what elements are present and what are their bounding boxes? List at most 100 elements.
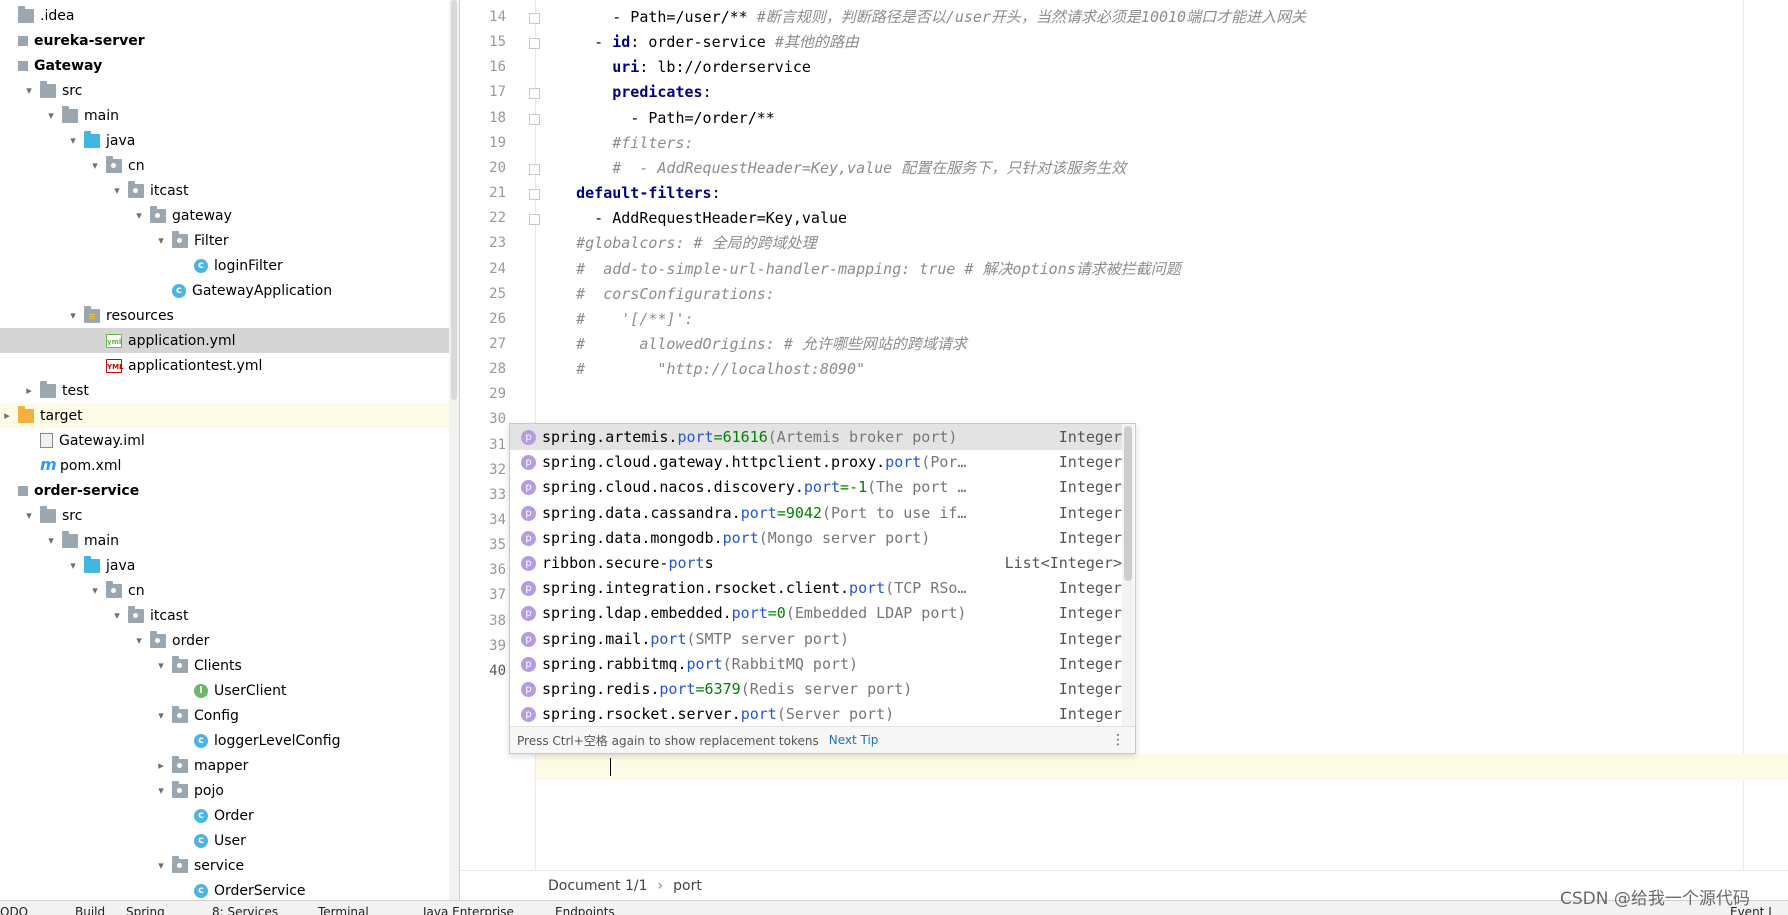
- expand-arrow-icon[interactable]: ▾: [44, 534, 58, 547]
- tree-item[interactable]: c loggerLevelConfig: [0, 728, 459, 753]
- tree-item[interactable]: ▾ Filter: [0, 228, 459, 253]
- expand-arrow-icon[interactable]: ▾: [132, 209, 146, 222]
- tree-item[interactable]: ▾ itcast: [0, 178, 459, 203]
- code-line[interactable]: uri: lb://orderservice: [540, 55, 1788, 80]
- code-line[interactable]: # - AddRequestHeader=Key,value 配置在服务下，只针…: [540, 156, 1788, 181]
- tree-item[interactable]: ▾ resources: [0, 303, 459, 328]
- code-line[interactable]: [540, 382, 1788, 407]
- code-line[interactable]: # allowedOrigins: # 允许哪些网站的跨域请求: [540, 332, 1788, 357]
- tree-item[interactable]: ▸ mapper: [0, 753, 459, 778]
- expand-arrow-icon[interactable]: ▸: [22, 384, 36, 397]
- tree-item[interactable]: ▾ src: [0, 503, 459, 528]
- completion-item[interactable]: p spring.ldap.embedded. port =0 (Embedded L…: [510, 600, 1122, 626]
- tree-item[interactable]: Gateway: [0, 53, 449, 78]
- tool-window-button[interactable]: ODO: [0, 901, 28, 915]
- tool-window-button[interactable]: Java Enterprise: [423, 901, 514, 915]
- expand-arrow-icon[interactable]: ▾: [154, 859, 168, 872]
- tree-item[interactable]: I UserClient: [0, 678, 459, 703]
- completion-item[interactable]: p spring.mail. port (SMTP server port) Inte…: [510, 626, 1122, 652]
- code-line[interactable]: # "http://localhost:8090": [540, 357, 1788, 382]
- expand-arrow-icon[interactable]: ▾: [154, 784, 168, 797]
- expand-arrow-icon[interactable]: ▾: [154, 234, 168, 247]
- tree-item[interactable]: c OrderService: [0, 878, 459, 900]
- completion-item[interactable]: p spring.redis. port =6379 (Redis server po…: [510, 676, 1122, 702]
- tool-window-button[interactable]: Build: [75, 901, 105, 915]
- expand-arrow-icon[interactable]: ▾: [88, 159, 102, 172]
- fold-marker-icon[interactable]: [529, 214, 540, 225]
- code-line[interactable]: # '[/**]':: [540, 307, 1788, 332]
- tool-window-button[interactable]: Terminal: [318, 901, 369, 915]
- code-line[interactable]: - id: order-service #其他的路由: [540, 30, 1788, 55]
- tree-item[interactable]: c GatewayApplication: [0, 278, 459, 303]
- code-line[interactable]: predicates:: [540, 80, 1788, 105]
- code-line[interactable]: # add-to-simple-url-handler-mapping: tru…: [540, 257, 1788, 282]
- expand-arrow-icon[interactable]: ▾: [154, 709, 168, 722]
- completion-item[interactable]: p spring.artemis. port =61616 (Artemis brok…: [510, 424, 1122, 450]
- tree-item[interactable]: ▾ java: [0, 128, 459, 153]
- expand-arrow-icon[interactable]: ▾: [110, 184, 124, 197]
- completion-item[interactable]: p spring.rabbitmq. port (RabbitMQ port) Int…: [510, 651, 1122, 677]
- code-line[interactable]: #globalcors: # 全局的跨域处理: [540, 231, 1788, 256]
- completion-item[interactable]: p spring.cloud.gateway.httpclient.proxy. p…: [510, 449, 1122, 475]
- tree-item[interactable]: ▸ test: [0, 378, 459, 403]
- tree-item[interactable]: ▾ service: [0, 853, 459, 878]
- tool-window-button[interactable]: 8: Services: [212, 901, 278, 915]
- tree-item[interactable]: ▾ cn: [0, 578, 459, 603]
- tree-item[interactable]: c loginFilter: [0, 253, 459, 278]
- expand-arrow-icon[interactable]: ▾: [44, 109, 58, 122]
- fold-marker-icon[interactable]: [529, 114, 540, 125]
- tree-item[interactable]: m pom.xml: [0, 453, 459, 478]
- expand-arrow-icon[interactable]: ▸: [154, 759, 168, 772]
- tree-item[interactable]: .idea: [0, 3, 449, 28]
- expand-arrow-icon[interactable]: ▾: [22, 84, 36, 97]
- completion-item[interactable]: p spring.data.cassandra. port =9042 (Port t…: [510, 500, 1122, 526]
- next-tip-link[interactable]: Next Tip: [829, 733, 879, 747]
- tree-item[interactable]: ▾ order: [0, 628, 459, 653]
- fold-marker-icon[interactable]: [529, 189, 540, 200]
- tree-item[interactable]: c User: [0, 828, 459, 853]
- expand-arrow-icon[interactable]: ▾: [22, 509, 36, 522]
- tree-item[interactable]: ▸ target: [0, 403, 449, 428]
- expand-arrow-icon[interactable]: ▾: [154, 659, 168, 672]
- completion-item[interactable]: p ribbon.secure-port s List<Integer>: [510, 550, 1122, 576]
- tree-item[interactable]: ▾ src: [0, 78, 459, 103]
- tree-item[interactable]: ▾ main: [0, 103, 459, 128]
- tree-item[interactable]: eureka-server: [0, 28, 449, 53]
- breadcrumb-document[interactable]: Document 1/1: [548, 878, 648, 894]
- code-line[interactable]: - Path=/user/** #断言规则，判断路径是否以/user开头，当然请…: [540, 5, 1788, 30]
- tree-item[interactable]: ▾ itcast: [0, 603, 459, 628]
- completion-item[interactable]: p spring.cloud.nacos.discovery. port =-1 (T…: [510, 474, 1122, 500]
- tree-item[interactable]: ▾ cn: [0, 153, 459, 178]
- tree-item[interactable]: ▾ pojo: [0, 778, 459, 803]
- code-line[interactable]: # corsConfigurations:: [540, 282, 1788, 307]
- code-line[interactable]: - AddRequestHeader=Key,value: [540, 206, 1788, 231]
- breadcrumb-path[interactable]: port: [673, 878, 702, 894]
- tool-window-button[interactable]: Endpoints: [555, 901, 615, 915]
- tree-item[interactable]: c Order: [0, 803, 459, 828]
- tree-item[interactable]: ▾ gateway: [0, 203, 459, 228]
- tree-item[interactable]: YML applicationtest.yml: [0, 353, 459, 378]
- completion-item[interactable]: p spring.data.mongodb. port (Mongo server …: [510, 525, 1122, 551]
- completion-item[interactable]: p spring.rsocket.server. port (Server port…: [510, 701, 1122, 727]
- fold-marker-icon[interactable]: [529, 88, 540, 99]
- code-line[interactable]: #filters:: [540, 131, 1788, 156]
- tree-item[interactable]: ▾ Config: [0, 703, 459, 728]
- tree-item[interactable]: yml application.yml: [0, 328, 459, 353]
- expand-arrow-icon[interactable]: ▾: [66, 559, 80, 572]
- completion-item[interactable]: p spring.integration.rsocket.client. port …: [510, 575, 1122, 601]
- fold-marker-icon[interactable]: [529, 164, 540, 175]
- fold-marker-icon[interactable]: [529, 38, 540, 49]
- completion-scroll-thumb[interactable]: [1124, 426, 1132, 581]
- project-tree-scroll-thumb[interactable]: [451, 0, 457, 400]
- expand-arrow-icon[interactable]: ▾: [66, 309, 80, 322]
- tree-item[interactable]: Gateway.iml: [0, 428, 459, 453]
- tree-item[interactable]: ▾ java: [0, 553, 459, 578]
- expand-arrow-icon[interactable]: ▾: [110, 609, 124, 622]
- code-line[interactable]: - Path=/order/**: [540, 106, 1788, 131]
- expand-arrow-icon[interactable]: ▸: [0, 409, 14, 422]
- expand-arrow-icon[interactable]: ▾: [88, 584, 102, 597]
- tree-item[interactable]: order-service: [0, 478, 449, 503]
- expand-arrow-icon[interactable]: ▾: [66, 134, 80, 147]
- tree-item[interactable]: ▾ main: [0, 528, 459, 553]
- code-line[interactable]: default-filters:: [540, 181, 1788, 206]
